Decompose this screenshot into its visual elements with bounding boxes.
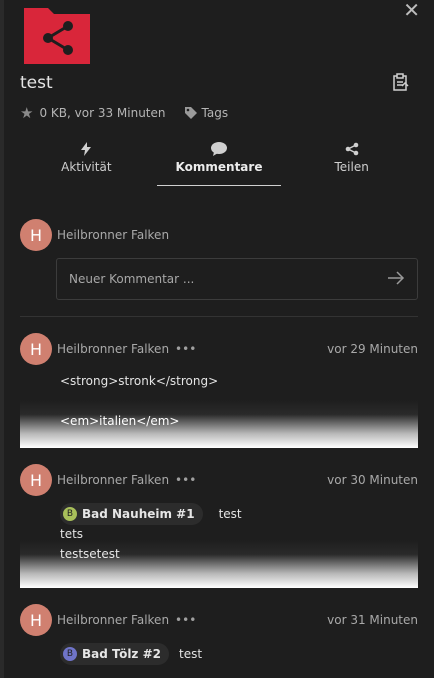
comment-author: Heilbronner Falken ••• (57, 342, 196, 356)
comment-author-name: Heilbronner Falken (57, 473, 170, 487)
comment-text: <strong>stronk</strong> (60, 374, 219, 388)
tab-share-label: Teilen (334, 160, 369, 174)
comment-text: <em>italien</em> (60, 414, 180, 428)
mention-name: Bad Tölz #2 (82, 647, 161, 661)
tab-share[interactable]: Teilen (285, 140, 418, 186)
tags-button[interactable]: Tags (184, 106, 229, 120)
tab-bar: Aktivität Kommentare Teilen (20, 140, 418, 186)
file-size: 0 KB, vor 33 Minuten (39, 106, 166, 120)
tab-activity-label: Aktivität (61, 160, 112, 174)
more-options-icon[interactable]: ••• (175, 613, 196, 627)
tab-comments-label: Kommentare (175, 160, 263, 174)
mention-chip[interactable]: B Bad Nauheim #1 (60, 503, 203, 525)
share-icon (345, 140, 359, 158)
avatar: H (20, 604, 52, 636)
comment-icon (211, 140, 227, 158)
new-comment-input[interactable] (67, 271, 371, 287)
comment-fade: <em>italien</em> (20, 400, 418, 448)
tag-icon (184, 107, 197, 119)
comment-text: testsetest (60, 547, 120, 561)
comment-time: vor 30 Minuten (327, 473, 418, 487)
mention-avatar: B (63, 647, 77, 661)
comment-text: test (218, 507, 242, 521)
more-options-icon[interactable]: ••• (175, 342, 196, 356)
bolt-icon (81, 140, 92, 158)
tab-comments[interactable]: Kommentare (153, 140, 286, 186)
star-icon[interactable]: ★ (20, 104, 33, 122)
more-options-icon[interactable]: ••• (175, 473, 196, 487)
left-edge (0, 0, 4, 678)
comment-mention-row: B Bad Tölz #2 test (60, 643, 202, 665)
comment-time: vor 29 Minuten (327, 342, 418, 356)
submit-arrow-icon[interactable] (387, 269, 405, 287)
clipboard-icon[interactable] (392, 73, 410, 91)
comment-time: vor 31 Minuten (327, 613, 418, 627)
comment-fade: testsetest (20, 540, 418, 588)
comment-text: test (179, 647, 203, 661)
comment-author: Heilbronner Falken ••• (57, 613, 196, 627)
mention-chip[interactable]: B Bad Tölz #2 (60, 643, 169, 665)
divider (20, 316, 418, 317)
file-title: test (20, 73, 53, 93)
shared-folder-icon (24, 8, 90, 64)
comment-mention-row: B Bad Nauheim #1 test (60, 503, 242, 525)
avatar: H (20, 333, 52, 365)
avatar: H (20, 219, 52, 251)
close-icon[interactable]: ✕ (403, 0, 420, 22)
mention-name: Bad Nauheim #1 (82, 507, 195, 521)
tab-activity[interactable]: Aktivität (20, 140, 153, 186)
new-comment-author: Heilbronner Falken (57, 228, 170, 242)
comment-author: Heilbronner Falken ••• (57, 473, 196, 487)
avatar: H (20, 464, 52, 496)
file-meta: ★ 0 KB, vor 33 Minuten Tags (20, 104, 228, 122)
tags-label: Tags (201, 106, 229, 120)
mention-avatar: B (63, 507, 77, 521)
comment-author-name: Heilbronner Falken (57, 613, 170, 627)
new-comment-box (56, 258, 418, 300)
comment-author-name: Heilbronner Falken (57, 342, 170, 356)
